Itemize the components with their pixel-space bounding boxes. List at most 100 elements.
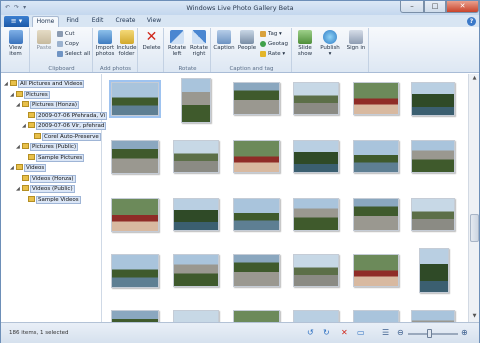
tab-edit[interactable]: Edit [87, 16, 108, 27]
tree-node[interactable]: ◢ Pictures (Honza) [16, 101, 80, 109]
photo-thumbnail[interactable] [419, 248, 449, 293]
import-photos-button[interactable]: Import photos [95, 30, 115, 57]
tree-node[interactable]: ◢ Videos (Public) [16, 185, 75, 193]
cut-button[interactable]: Cut [57, 31, 74, 37]
tree-node[interactable]: 2009-07-06 Přehrada, Vi [22, 111, 108, 120]
photo-thumbnail[interactable] [173, 140, 219, 173]
photo-thumbnail[interactable] [353, 82, 399, 115]
view-item-button[interactable]: View item [3, 30, 28, 57]
view-item-label: View item [8, 45, 23, 57]
publish-button[interactable]: Publish ▾ [318, 30, 342, 57]
photo-thumbnail[interactable] [353, 310, 399, 322]
include-folder-button[interactable]: Include folder [116, 30, 137, 57]
copy-button[interactable]: Copy [57, 41, 79, 47]
photo-thumbnail[interactable] [233, 140, 280, 173]
add-photos-group-label: Add photos [99, 66, 132, 72]
photo-thumbnail[interactable] [233, 254, 280, 287]
tab-create[interactable]: Create [112, 16, 139, 27]
tree-node[interactable]: Sample Pictures [22, 153, 85, 162]
photo-thumbnail[interactable] [173, 310, 219, 322]
zoom-slider-knob[interactable] [427, 329, 432, 338]
photo-thumbnail[interactable] [353, 254, 399, 287]
photo-thumbnail[interactable] [173, 254, 219, 287]
tree-node[interactable]: ◢ All Pictures and Videos [4, 80, 85, 88]
folder-icon [28, 122, 35, 128]
slide-show-button[interactable]: Slide show [294, 30, 316, 57]
tree-node[interactable]: Videos (Honza) [16, 174, 76, 183]
photo-thumbnail[interactable] [111, 198, 159, 232]
delete-status-icon[interactable]: ✕ [341, 329, 348, 337]
people-button[interactable]: People [236, 30, 258, 51]
tab-view[interactable]: View [143, 16, 165, 27]
photo-thumbnail[interactable] [293, 140, 339, 173]
rotate-right-button[interactable]: Rotate right [188, 30, 210, 57]
zoom-slider[interactable] [408, 333, 458, 335]
tree-node[interactable]: ◢ Pictures [10, 90, 50, 99]
sign-in-label: Sign in [346, 45, 366, 51]
scroll-down-arrow-icon[interactable]: ▼ [470, 313, 479, 321]
cut-label: Cut [65, 31, 75, 37]
group-caption-tag: Caption People Tag ▾ Geotag Rate ▾ Capti… [212, 28, 292, 72]
view-item-icon [8, 30, 23, 44]
slideshow-status-icon[interactable]: ▭ [357, 329, 365, 337]
rotate-left-status-icon[interactable]: ↺ [307, 329, 314, 337]
photo-thumbnail[interactable] [411, 82, 455, 116]
tree-node-label: Pictures [24, 90, 50, 99]
scroll-up-arrow-icon[interactable]: ▲ [470, 75, 479, 83]
copy-icon [57, 41, 63, 47]
photo-thumbnail[interactable] [111, 140, 159, 174]
tree-node[interactable]: ◢ 2009-07-06 Vír, přehrad [22, 122, 107, 130]
photo-thumbnail[interactable] [411, 198, 455, 231]
folder-icon [16, 90, 23, 97]
photo-thumbnail[interactable] [293, 310, 339, 322]
tree-node[interactable]: Sample Videos [22, 195, 81, 204]
photo-thumbnail[interactable] [293, 82, 339, 115]
tag-button[interactable]: Tag ▾ [260, 31, 282, 37]
photo-thumbnail[interactable] [233, 198, 280, 231]
help-icon[interactable]: ? [467, 17, 476, 26]
photo-thumbnail[interactable] [181, 78, 211, 123]
tree-node[interactable]: ◢ Pictures (Public) [16, 143, 79, 151]
tag-icon [260, 31, 266, 37]
sign-in-button[interactable]: Sign in [345, 30, 367, 51]
photo-thumbnail[interactable] [293, 254, 339, 287]
details-view-icon[interactable]: ☰ [382, 329, 389, 337]
scrollbar-thumb[interactable] [470, 214, 479, 242]
folder-tree: ◢ All Pictures and Videos ◢ Pictures ◢ Pictur… [2, 74, 108, 322]
select-all-button[interactable]: Select all [57, 51, 90, 57]
geotag-button[interactable]: Geotag [260, 41, 288, 47]
minimize-button[interactable]: – [400, 1, 424, 13]
tree-node-label: Sample Videos [36, 195, 81, 204]
photo-thumbnail[interactable] [233, 82, 280, 115]
caption-icon [217, 30, 231, 44]
caption-button[interactable]: Caption [213, 30, 235, 51]
close-button[interactable]: ✕ [446, 1, 479, 13]
tree-node[interactable]: ◢ Videos [10, 164, 47, 172]
photo-thumbnail[interactable] [353, 198, 399, 231]
photo-thumbnail[interactable] [111, 310, 159, 322]
photo-thumbnail[interactable] [411, 140, 455, 173]
photo-thumbnail[interactable] [411, 310, 455, 322]
paste-button[interactable]: Paste [33, 30, 55, 51]
photo-thumbnail[interactable] [233, 310, 280, 322]
photo-thumbnail[interactable] [111, 254, 159, 288]
tab-find[interactable]: Find [62, 16, 83, 27]
vertical-scrollbar[interactable]: ▲ ▼ [468, 74, 479, 322]
rate-button[interactable]: Rate ▾ [260, 51, 285, 57]
photo-thumbnail[interactable] [293, 198, 339, 231]
maximize-button[interactable]: □ [424, 1, 446, 13]
folder-icon [16, 164, 23, 170]
slide-show-label: Slide show [297, 45, 313, 57]
rotate-right-status-icon[interactable]: ↻ [323, 329, 330, 337]
title-bar: ↶ ↷ ▾ Windows Live Photo Gallery Beta – … [1, 1, 479, 15]
rotate-left-button[interactable]: Rotate left [166, 30, 188, 57]
photo-thumbnail[interactable] [173, 198, 219, 231]
tab-home[interactable]: Home [32, 16, 59, 27]
photo-thumbnail[interactable] [353, 140, 399, 173]
zoom-in-icon[interactable]: ⊕ [461, 329, 468, 337]
zoom-out-icon[interactable]: ⊖ [397, 329, 404, 337]
delete-button[interactable]: ✕ Delete [141, 30, 162, 51]
photo-thumbnail[interactable] [109, 80, 161, 118]
tree-node[interactable]: Corel Auto-Preserve [28, 132, 101, 141]
file-menu-button[interactable]: ≡ ▾ [4, 16, 29, 27]
